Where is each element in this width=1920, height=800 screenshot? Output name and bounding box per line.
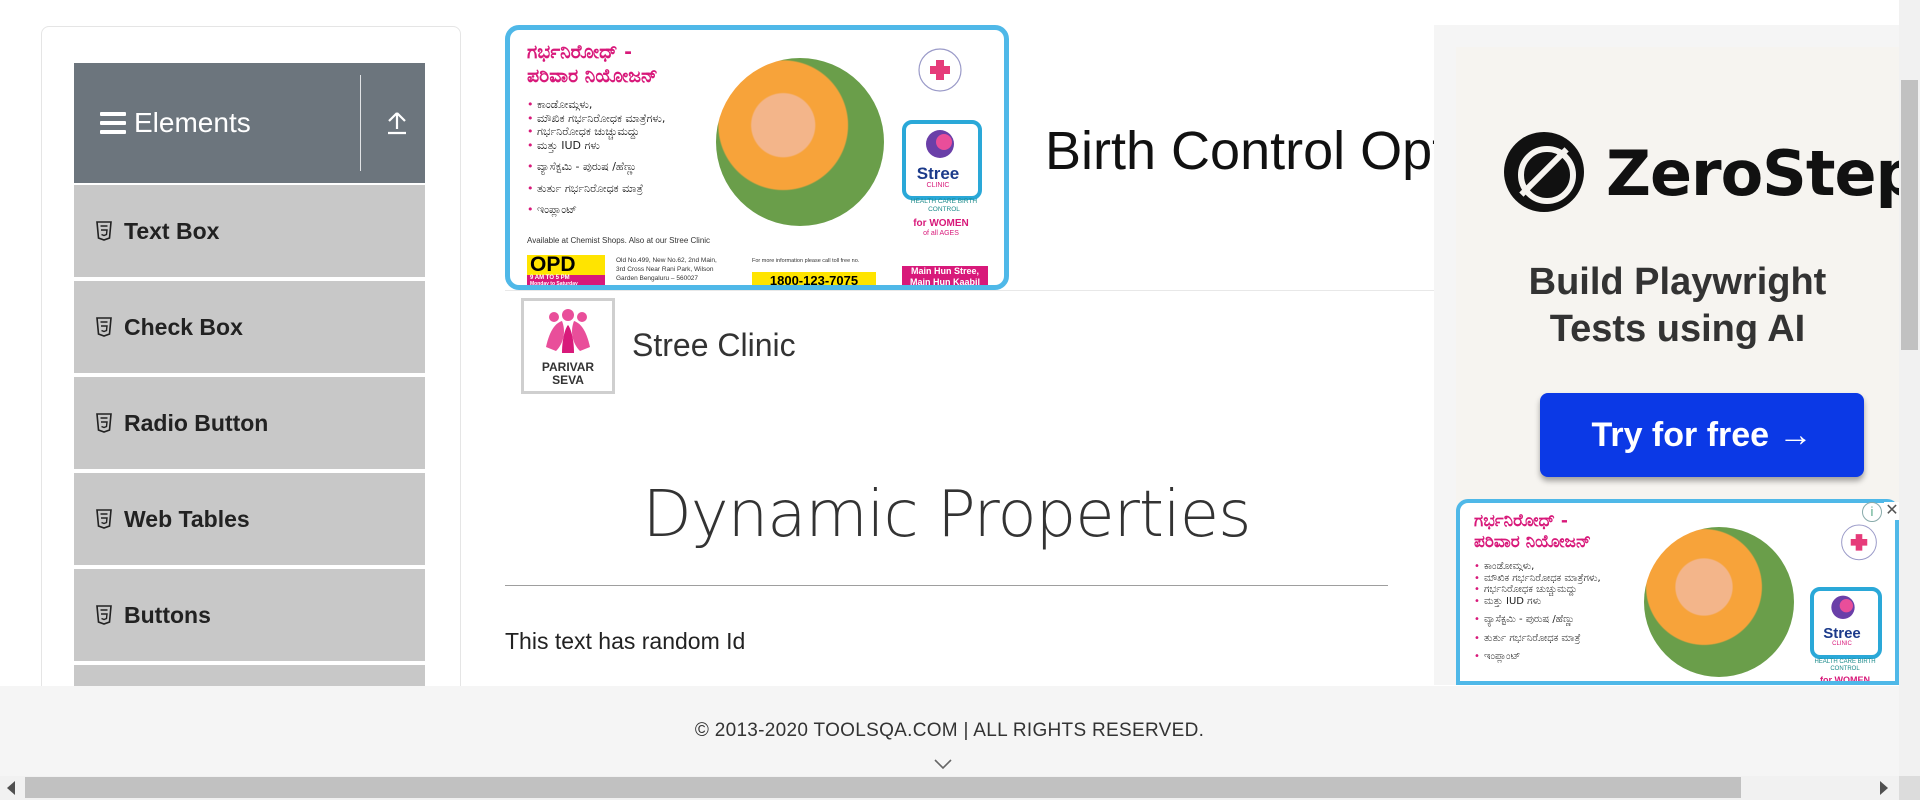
sidebar-item-buttons[interactable]: Buttons bbox=[74, 569, 425, 663]
html5-icon bbox=[96, 413, 112, 433]
sidebar-item-check-box[interactable]: Check Box bbox=[74, 281, 425, 375]
sidebar-item-label: Web Tables bbox=[124, 505, 250, 532]
elements-group-header[interactable]: Elements bbox=[74, 63, 425, 183]
html5-icon bbox=[96, 221, 112, 241]
clinic-row[interactable]: PARIVAR SEVA Stree Clinic bbox=[505, 290, 1435, 401]
title-divider bbox=[505, 585, 1388, 586]
zerostep-logo-icon bbox=[1504, 132, 1584, 212]
html5-icon bbox=[96, 605, 112, 625]
ad-title: ಗರ್ಭನಿರೋಧ್ - ಪರಿವಾರ ನಿಯೋಜನ್ bbox=[527, 41, 658, 87]
upload-icon[interactable] bbox=[385, 109, 409, 137]
ad-bullets: ಕಾಂಡೋಮ್ಗಳು, ಮೌಖಿಕ ಗರ್ಭನಿರೋಧಕ ಮಾತ್ರೆಗಳು, … bbox=[1474, 561, 1601, 663]
sidebar-item-text-box[interactable]: Text Box bbox=[74, 185, 425, 279]
zerostep-ad[interactable]: ZeroStep Build Playwright Tests using AI… bbox=[1456, 47, 1920, 522]
html5-icon bbox=[96, 509, 112, 529]
hamburger-icon bbox=[100, 112, 126, 134]
sidebar-item-label: Radio Button bbox=[124, 409, 269, 436]
stree-clinic-logo: Stree CLINIC bbox=[902, 120, 982, 200]
sidebar-item-label: Text Box bbox=[124, 217, 220, 244]
horizontal-scrollbar-thumb[interactable] bbox=[25, 777, 1741, 798]
woman-silhouette-icon bbox=[926, 130, 954, 158]
try-for-free-button[interactable]: Try for free → bbox=[1540, 393, 1864, 477]
stree-clinic-logo: Stree CLINIC bbox=[1810, 587, 1882, 659]
ad-info-icon[interactable]: i bbox=[1862, 502, 1882, 522]
scroll-right-arrow-icon[interactable] bbox=[1880, 781, 1888, 795]
page-heading: Birth Control Opt bbox=[1045, 121, 1448, 181]
ad-bullets: ಕಾಂಡೋಮ್ಗಳು, ಮೌಖಿಕ ಗರ್ಭನಿರೋಧಕ ಮಾತ್ರೆಗಳು, … bbox=[527, 98, 665, 217]
couple-photo bbox=[716, 58, 884, 226]
stree-clinic-seal-icon bbox=[1841, 524, 1877, 561]
stree-clinic-seal-icon bbox=[918, 48, 962, 92]
copyright-text: © 2013-2020 TOOLSQA.COM | ALL RIGHTS RES… bbox=[694, 720, 1205, 741]
footer: © 2013-2020 TOOLSQA.COM | ALL RIGHTS RES… bbox=[0, 686, 1899, 776]
ad-title: ಗರ್ಭನಿರೋಧ್ - ಪರಿವಾರ ನಿಯೋಜನ್ bbox=[1474, 511, 1591, 552]
scrollbar-corner bbox=[1899, 776, 1920, 800]
sidebar-item-radio-button[interactable]: Radio Button bbox=[74, 377, 425, 471]
couple-photo bbox=[1644, 527, 1794, 677]
woman-silhouette-icon bbox=[1831, 595, 1855, 619]
html5-icon bbox=[96, 317, 112, 337]
ad-close-icon[interactable]: ✕ bbox=[1884, 502, 1900, 520]
parivar-seva-figures-icon bbox=[546, 309, 590, 353]
random-id-text: This text has random Id bbox=[505, 628, 746, 654]
right-overlay-ad[interactable]: ZeroStep Build Playwright Tests using AI… bbox=[1434, 25, 1920, 685]
sidebar-item-label: Check Box bbox=[124, 313, 243, 340]
page-title: Dynamic Properties bbox=[642, 478, 1251, 552]
vertical-scrollbar-thumb[interactable] bbox=[1901, 80, 1918, 350]
sidebar-item-label: Buttons bbox=[124, 601, 211, 628]
clinic-name[interactable]: Stree Clinic bbox=[632, 327, 796, 364]
parivar-seva-logo: PARIVAR SEVA bbox=[521, 298, 615, 394]
stree-clinic-banner-ad[interactable]: ಗರ್ಭನಿರೋಧ್ - ಪರಿವಾರ ನಿಯೋಜನ್ ಕಾಂಡೋಮ್ಗಳು, … bbox=[505, 25, 1009, 290]
zerostep-tagline: Build Playwright Tests using AI bbox=[1528, 261, 1827, 350]
chevron-down-icon[interactable] bbox=[933, 756, 953, 772]
zerostep-brand: ZeroStep bbox=[1606, 137, 1920, 210]
stree-clinic-side-ad[interactable]: ಗರ್ಭನಿರೋಧ್ - ಪರಿವಾರ ನಿಯೋಜನ್ ಕಾಂಡೋಮ್ಗಳು, … bbox=[1456, 499, 1899, 685]
scroll-left-arrow-icon[interactable] bbox=[7, 781, 15, 795]
opd-badge: OPD 9 AM TO 5 PM Monday to Saturday bbox=[527, 254, 605, 285]
sidebar-item-web-tables[interactable]: Web Tables bbox=[74, 473, 425, 567]
phone-number: 1800-123-7075 bbox=[752, 272, 876, 285]
header-divider bbox=[360, 75, 361, 171]
elements-group-title: Elements bbox=[134, 107, 251, 138]
ad-slogan: Main Hun Stree, Main Hun Kaabil bbox=[902, 266, 988, 285]
